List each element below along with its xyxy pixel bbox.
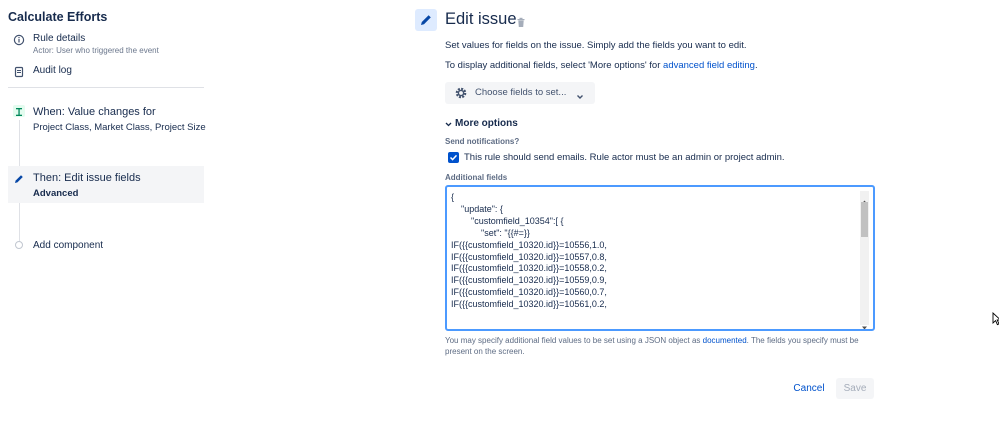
documented-link[interactable]: documented [703, 336, 747, 345]
scroll-up-arrow-icon[interactable] [861, 192, 868, 204]
trigger-icon [13, 105, 25, 117]
document-icon [13, 65, 25, 78]
additional-fields-help: You may specify additional field values … [445, 336, 859, 345]
info-icon [13, 33, 25, 46]
choose-fields-button[interactable]: Choose fields to set... [445, 82, 595, 104]
sidebar-item-trigger[interactable]: When: Value changes for Project Class, M… [8, 103, 208, 143]
mouse-pointer-icon [992, 311, 999, 326]
rule-title: Calculate Efforts [8, 10, 108, 24]
textarea-scrollbar[interactable] [860, 191, 869, 329]
more-fields-hint: To display additional fields, select 'Mo… [445, 60, 758, 71]
help-prefix: You may specify additional field values … [445, 336, 703, 345]
additional-fields-code: { "update": { "customfield_10354":[ { "s… [451, 192, 851, 311]
scrollbar-thumb[interactable] [861, 202, 868, 237]
chevron-down-icon [576, 89, 584, 99]
action-label: Then: Edit issue fields [33, 172, 141, 184]
send-notifications-label: Send notifications? [445, 137, 520, 146]
cancel-button[interactable]: Cancel [789, 378, 829, 399]
sidebar-item-rule-details[interactable]: Rule details Actor: User who triggered t… [8, 33, 208, 57]
additional-fields-label: Additional fields [445, 173, 508, 182]
add-component-button[interactable]: Add component [8, 238, 208, 254]
code-line: IF({{customfield_10320.id}}=10556,1.0, [451, 239, 607, 250]
rule-details-label: Rule details [33, 33, 86, 44]
help-suffix: . The fields you specify must be [746, 336, 859, 345]
more-fields-suffix: . [754, 60, 758, 71]
trigger-fields: Project Class, Market Class, Project Siz… [33, 122, 206, 133]
code-line: "customfield_10354":[ { [451, 215, 564, 226]
page-title: Edit issue [445, 10, 517, 28]
pencil-icon [13, 172, 25, 184]
rule-sidebar: Calculate Efforts Rule details Actor: Us… [0, 0, 210, 424]
chevron-down-icon [445, 120, 452, 127]
code-line: IF({{customfield_10320.id}}=10560,0.7, [451, 287, 607, 298]
edit-pencil-icon [415, 9, 437, 31]
advanced-field-editing-link[interactable]: advanced field editing [663, 60, 755, 71]
add-component-label: Add component [33, 240, 104, 251]
send-notifications-text: This rule should send emails. Rule actor… [464, 152, 785, 163]
rule-details-actor: Actor: User who triggered the event [33, 46, 159, 55]
code-line: IF({{customfield_10320.id}}=10559,0.9, [451, 275, 607, 286]
sidebar-item-action[interactable]: Then: Edit issue fields Advanced [8, 166, 204, 203]
scroll-down-arrow-icon[interactable] [861, 318, 868, 329]
flow-connector [19, 203, 20, 241]
additional-fields-help-line2: present on the screen. [445, 347, 525, 356]
more-fields-prefix: To display additional fields, select 'Mo… [445, 60, 664, 71]
code-line: { [451, 192, 455, 202]
code-line: "set": "{{#=}} [451, 227, 530, 238]
audit-log-label: Audit log [33, 65, 72, 76]
choose-fields-label: Choose fields to set... [475, 87, 567, 98]
add-component-dot [15, 241, 23, 249]
edit-description: Set values for fields on the issue. Simp… [445, 40, 747, 51]
action-mode: Advanced [33, 188, 79, 199]
sidebar-divider [8, 87, 204, 88]
code-line: IF({{customfield_10320.id}}=10558,0.2, [451, 263, 607, 274]
code-line: IF({{customfield_10320.id}}=10557,0.8, [451, 251, 607, 262]
additional-fields-textarea[interactable]: { "update": { "customfield_10354":[ { "s… [445, 185, 875, 331]
code-line: IF({{customfield_10320.id}}=10561,0.2, [451, 299, 607, 310]
edit-issue-panel: Edit issue Set values for fields on the … [412, 0, 882, 424]
trigger-label: When: Value changes for [33, 106, 156, 118]
save-button[interactable]: Save [836, 378, 874, 399]
more-options-label: More options [455, 118, 518, 129]
gear-icon [454, 86, 468, 100]
trash-icon[interactable] [516, 15, 526, 27]
sidebar-item-audit-log[interactable]: Audit log [8, 65, 208, 79]
more-options-toggle[interactable]: More options [445, 118, 518, 129]
send-notifications-checkbox[interactable] [448, 152, 459, 163]
code-line: "update": { [451, 203, 503, 214]
